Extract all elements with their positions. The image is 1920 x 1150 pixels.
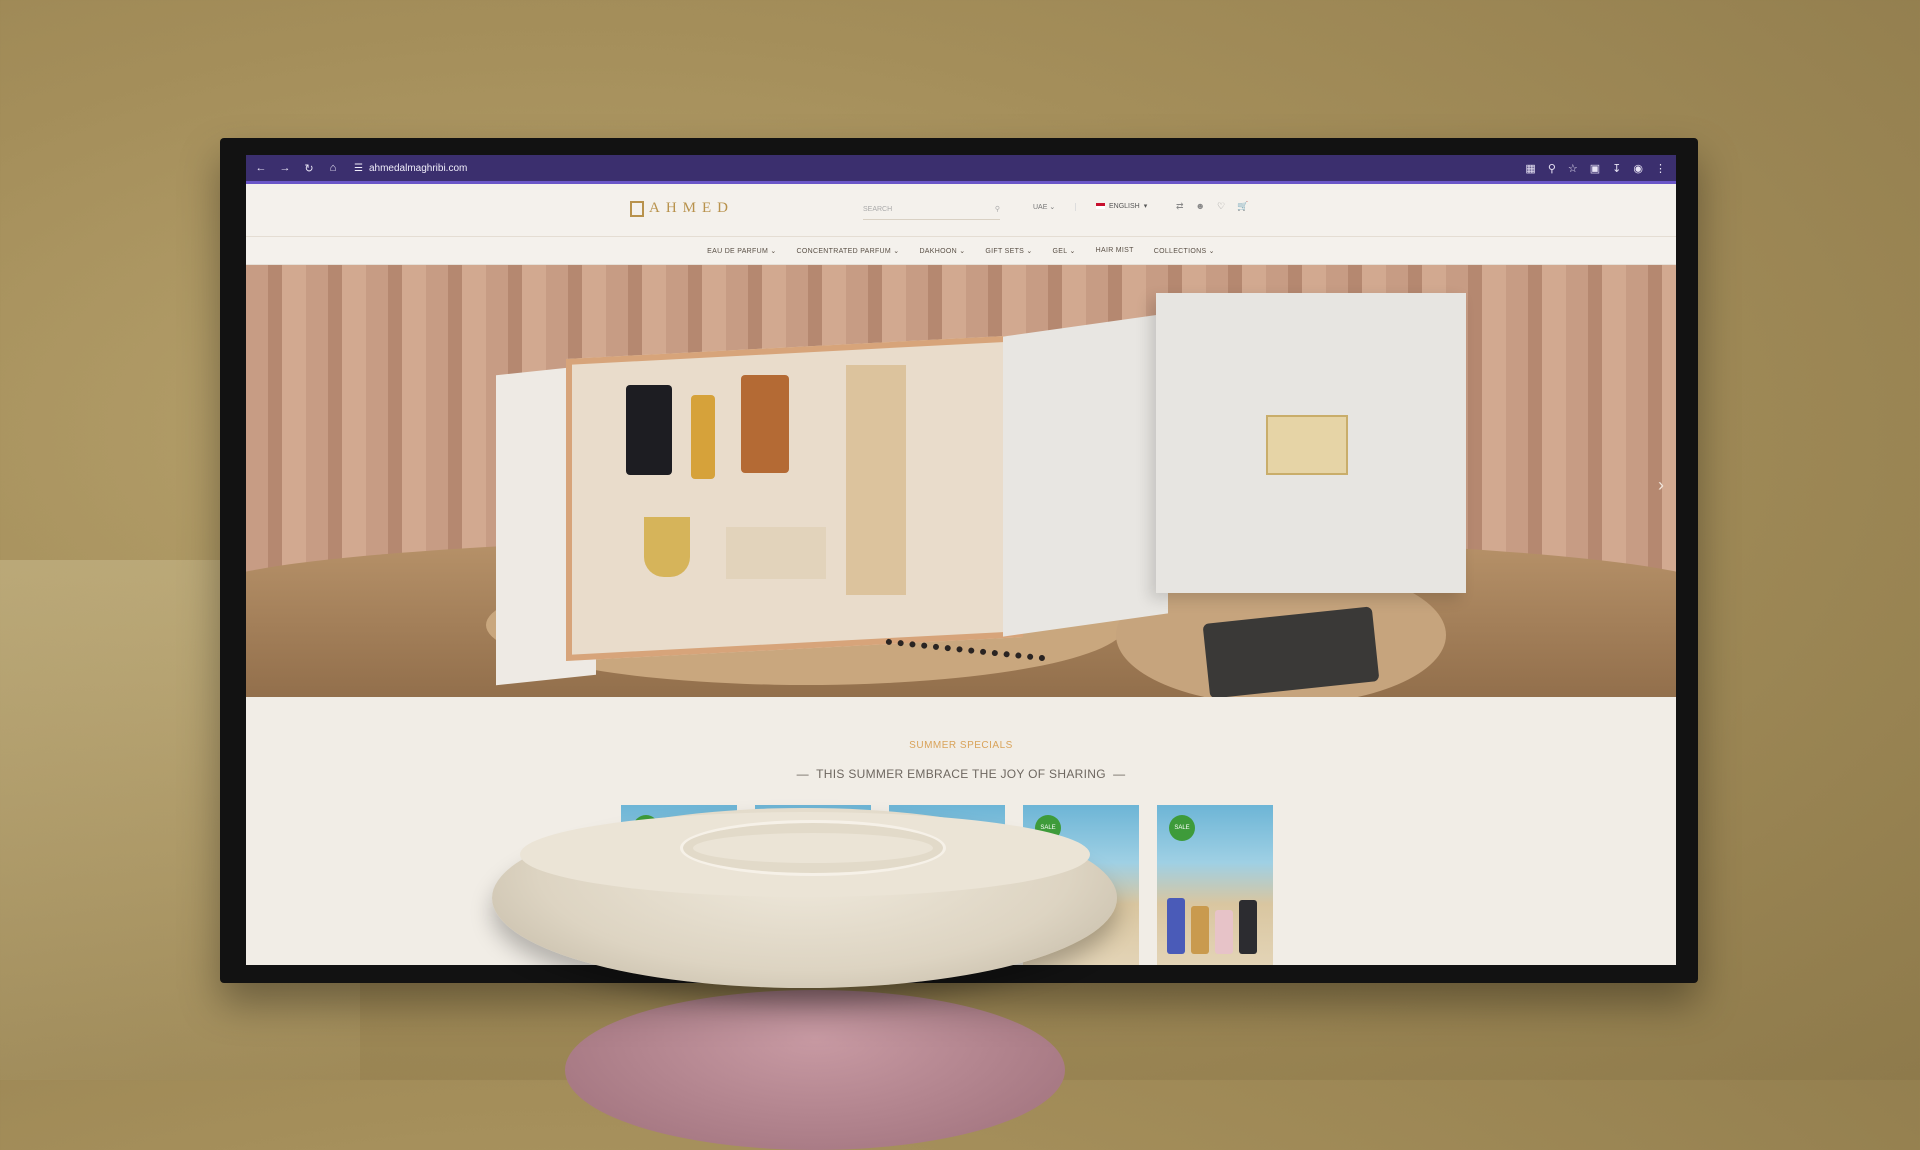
menu-item-gel[interactable]: GEL ⌄ <box>1053 247 1076 255</box>
section-title: — THIS SUMMER EMBRACE THE JOY OF SHARING… <box>796 767 1126 781</box>
translate-icon[interactable]: ▦ <box>1525 162 1535 175</box>
search-input[interactable]: SEARCH ⚲ <box>863 199 1000 220</box>
url-text: ahmedalmaghribi.com <box>368 162 468 174</box>
oud-wood-box <box>726 527 826 579</box>
browser-nav: ← → ↻ ⌂ <box>246 162 348 175</box>
back-icon[interactable]: ← <box>254 162 268 175</box>
cart-icon[interactable]: 🛒 <box>1237 201 1248 212</box>
main-menu: EAU DE PARFUM ⌄ CONCENTRATED PARFUM ⌄ DA… <box>246 237 1676 265</box>
pink-stool <box>565 990 1065 1150</box>
address-bar[interactable]: ☰ ahmedalmaghribi.com <box>354 163 467 174</box>
gift-card-panel <box>1156 293 1466 593</box>
section-kicker: SUMMER SPECIALS <box>909 740 1013 751</box>
menu-item-collections[interactable]: COLLECTIONS ⌄ <box>1154 247 1215 255</box>
wishlist-icon[interactable]: ♡ <box>1217 201 1225 212</box>
product-card[interactable]: SALE <box>1157 805 1273 965</box>
zoom-icon[interactable]: ⚲ <box>1548 162 1556 175</box>
gold-cup <box>644 517 690 577</box>
compare-icon[interactable]: ⇄ <box>1176 201 1184 212</box>
forward-icon[interactable]: → <box>278 162 292 175</box>
profile-icon[interactable]: ◉ <box>1633 162 1643 175</box>
logo-text: AHMED <box>649 200 734 216</box>
foreground-ottoman-pattern <box>680 820 946 876</box>
header-actions: ⇄ ☻ ♡ 🛒 <box>1176 201 1248 212</box>
language-value: ENGLISH <box>1109 202 1140 210</box>
gift-box-lid-right <box>1003 313 1168 637</box>
search-placeholder: SEARCH <box>863 205 893 213</box>
currency-value: UAE <box>1033 204 1048 211</box>
perfume-bottle-black <box>626 385 672 475</box>
download-icon[interactable]: ↧ <box>1612 162 1621 175</box>
language-select[interactable]: ENGLISH ▾ <box>1096 202 1147 210</box>
arabic-label-plate <box>1266 415 1348 475</box>
extensions-icon[interactable]: ▣ <box>1590 162 1600 175</box>
search-icon[interactable]: ⚲ <box>995 205 1000 213</box>
star-icon[interactable]: ☆ <box>1568 162 1578 175</box>
sale-badge: SALE <box>1169 815 1195 841</box>
menu-item-hair-mist[interactable]: HAIR MIST <box>1096 247 1134 254</box>
chevron-down-icon: ⌄ <box>1049 204 1056 211</box>
gift-box-open <box>566 335 1023 661</box>
incense-box <box>846 365 906 595</box>
home-icon[interactable]: ⌂ <box>326 162 340 175</box>
slider-next-icon[interactable]: › <box>1658 475 1664 496</box>
account-icon[interactable]: ☻ <box>1196 201 1205 212</box>
site-info-icon[interactable]: ☰ <box>354 163 363 174</box>
menu-item-concentrated-parfum[interactable]: CONCENTRATED PARFUM ⌄ <box>797 247 900 255</box>
menu-item-eau-de-parfum[interactable]: EAU DE PARFUM ⌄ <box>707 247 776 255</box>
logo-mark-icon <box>630 200 644 217</box>
browser-toolbar: ← → ↻ ⌂ ☰ ahmedalmaghribi.com ▦ ⚲ ☆ ▣ ↧ … <box>246 155 1676 181</box>
currency-select[interactable]: UAE ⌄ <box>1033 203 1076 211</box>
browser-actions: ▦ ⚲ ☆ ▣ ↧ ◉ ⋮ <box>1525 162 1676 175</box>
uk-flag-icon <box>1096 203 1105 209</box>
site-logo[interactable]: AHMED <box>630 200 734 217</box>
caret-down-icon: ▾ <box>1143 203 1148 210</box>
site-header: AHMED SEARCH ⚲ UAE ⌄ ENGLISH ▾ ⇄ ☻ ♡ 🛒 <box>246 184 1676 237</box>
reload-icon[interactable]: ↻ <box>302 162 316 175</box>
menu-icon[interactable]: ⋮ <box>1655 162 1666 175</box>
hero-banner[interactable]: › <box>246 265 1676 697</box>
perfume-bottle-amber <box>741 375 789 473</box>
menu-item-dakhoon[interactable]: DAKHOON ⌄ <box>919 247 965 255</box>
perfume-bottle-gold <box>691 395 715 479</box>
menu-item-gift-sets[interactable]: GIFT SETS ⌄ <box>985 247 1032 255</box>
product-image <box>1167 898 1257 954</box>
